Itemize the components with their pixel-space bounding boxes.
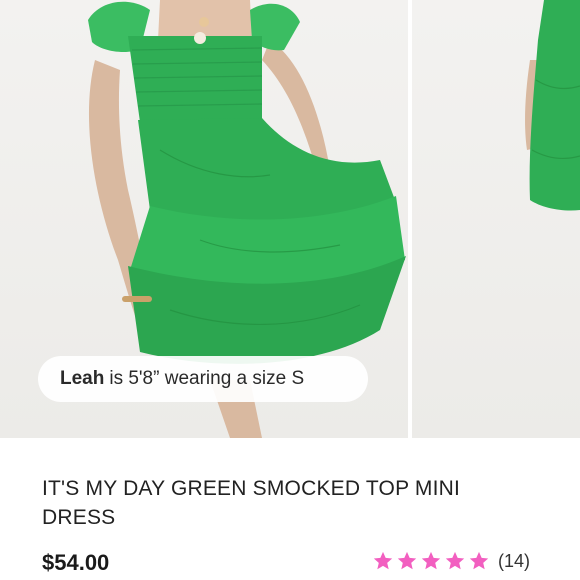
product-image-gallery[interactable]: Leah is 5'8” wearing a size S (0, 0, 580, 438)
dress-photo-alt (525, 0, 580, 211)
model-name: Leah (60, 368, 105, 389)
review-count[interactable]: (14) (498, 551, 530, 572)
product-title[interactable]: IT'S MY DAY GREEN SMOCKED TOP MINI DRESS (42, 474, 502, 532)
model-size-caption: Leah is 5'8” wearing a size S (38, 356, 368, 402)
product-price: $54.00 (42, 550, 110, 575)
star-icon (445, 551, 465, 570)
product-image-next[interactable] (412, 0, 580, 438)
star-icon (397, 551, 417, 570)
star-icon (421, 551, 441, 570)
model-size-description: is 5'8” wearing a size S (109, 368, 305, 389)
product-rating[interactable]: (14) (372, 546, 530, 576)
star-icon (469, 551, 489, 570)
rating-stars (372, 550, 490, 572)
star-icon (373, 551, 393, 570)
product-info: IT'S MY DAY GREEN SMOCKED TOP MINI DRESS… (0, 438, 580, 580)
